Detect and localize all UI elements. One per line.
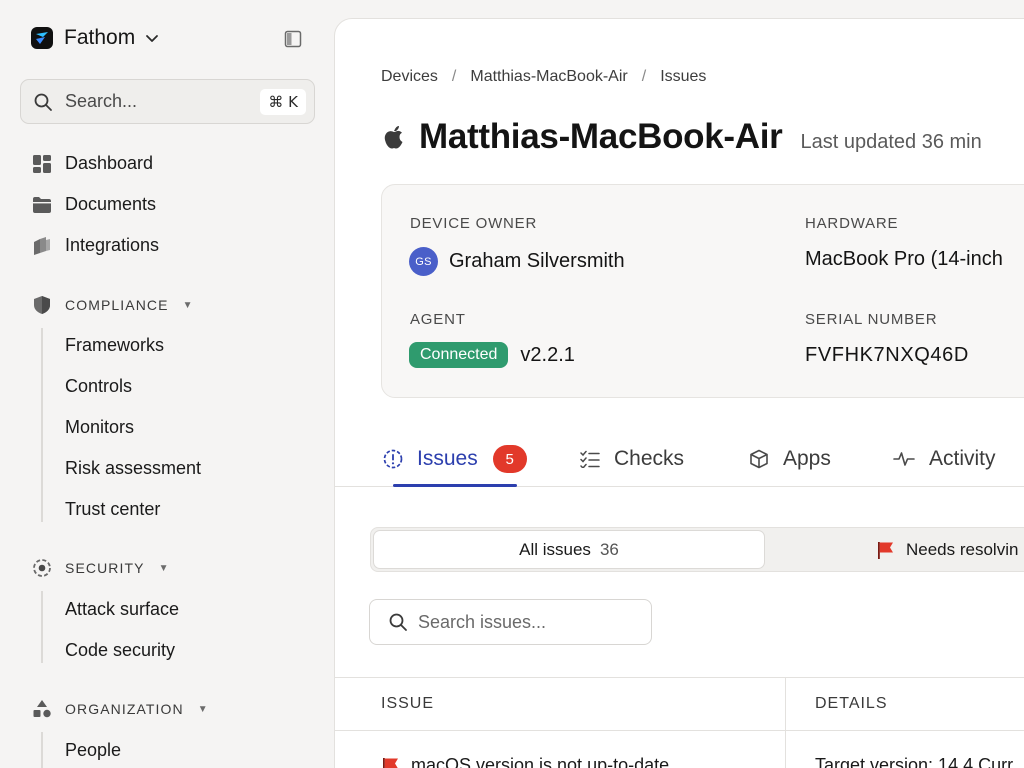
- shield-icon: [32, 295, 52, 315]
- breadcrumb-separator: /: [641, 68, 647, 85]
- tab-label: Checks: [614, 447, 685, 470]
- filter-needs-resolving[interactable]: Needs resolvin: [876, 528, 1018, 571]
- filter-all-issues[interactable]: All issues 36: [373, 530, 765, 569]
- tab-apps[interactable]: Apps: [749, 431, 831, 487]
- chevron-down-icon: [146, 35, 159, 42]
- section-organization[interactable]: ORGANIZATION ▼: [32, 699, 209, 719]
- filter-label: All issues: [519, 539, 591, 559]
- sidebar: Fathom Search... ⌘ K Dashboard Documents…: [0, 0, 335, 768]
- tab-label: Activity: [929, 447, 996, 470]
- active-tab-indicator: [393, 484, 517, 487]
- compliance-subnav: [41, 328, 43, 522]
- sidebar-item-code-security[interactable]: Code security: [65, 640, 175, 661]
- tab-activity[interactable]: Activity: [893, 431, 996, 487]
- activity-icon: [893, 452, 915, 466]
- serial-value: FVFHK7NXQ46D: [805, 344, 969, 366]
- sidebar-item-people[interactable]: People: [65, 740, 121, 761]
- sidebar-item-trust-center[interactable]: Trust center: [65, 499, 160, 520]
- breadcrumb-device[interactable]: Matthias-MacBook-Air: [470, 68, 627, 86]
- sidebar-item-integrations[interactable]: Integrations: [32, 235, 159, 256]
- filter-label: Needs resolvin: [906, 539, 1019, 559]
- page-title: Matthias-MacBook-Air: [419, 117, 783, 156]
- fathom-logo-icon: [31, 27, 53, 49]
- issue-filter-segment: All issues 36 Needs resolvin: [370, 527, 1024, 572]
- search-shortcut: ⌘ K: [260, 89, 306, 115]
- sidebar-item-dashboard[interactable]: Dashboard: [32, 153, 153, 174]
- cube-icon: [750, 449, 768, 469]
- table-header-row: ISSUE DETAILS: [335, 677, 1024, 731]
- issue-search-input[interactable]: Search issues...: [369, 599, 652, 645]
- page-header: Matthias-MacBook-Air Last updated 36 min: [383, 117, 982, 157]
- dashboard-grid-icon: [32, 154, 52, 174]
- caret-down-icon: ▼: [197, 703, 209, 715]
- red-flag-icon: [878, 541, 893, 559]
- issues-count-badge: 5: [492, 445, 527, 473]
- tab-checks[interactable]: Checks: [580, 431, 684, 487]
- issue-search-placeholder: Search issues...: [418, 611, 547, 632]
- folder-icon: [32, 195, 52, 215]
- main-panel: Devices / Matthias-MacBook-Air / Issues …: [334, 18, 1024, 768]
- owner-label: DEVICE OWNER: [410, 215, 538, 232]
- search-placeholder: Search...: [65, 91, 138, 111]
- column-divider: [785, 677, 786, 768]
- status-badge: Connected: [409, 342, 509, 368]
- hardware-value: MacBook Pro (14-inch: [805, 248, 1003, 270]
- owner-value[interactable]: GS Graham Silversmith: [409, 247, 625, 276]
- integrations-icon: [32, 236, 52, 256]
- agent-version: v2.2.1: [520, 343, 575, 366]
- agent-label: AGENT: [410, 311, 466, 328]
- column-header-details[interactable]: DETAILS: [815, 695, 888, 713]
- workspace-name: Fathom: [64, 26, 136, 49]
- sidebar-item-label: Dashboard: [65, 153, 154, 173]
- sidebar-item-monitors[interactable]: Monitors: [65, 417, 134, 438]
- column-header-issue[interactable]: ISSUE: [381, 695, 434, 713]
- workspace-switcher[interactable]: Fathom: [31, 26, 159, 50]
- filter-count: 36: [599, 539, 619, 559]
- sidebar-item-controls[interactable]: Controls: [65, 376, 132, 397]
- apple-icon: [383, 124, 405, 150]
- section-compliance[interactable]: COMPLIANCE ▼: [32, 295, 194, 315]
- hardware-label: HARDWARE: [805, 215, 899, 232]
- search-icon: [34, 93, 52, 111]
- organization-subnav: [41, 732, 43, 768]
- sidebar-item-risk-assessment[interactable]: Risk assessment: [65, 458, 201, 479]
- agent-value: Connected v2.2.1: [409, 342, 575, 368]
- breadcrumb-separator: /: [451, 68, 457, 85]
- table-row-details: Target version: 14.4 Curr: [815, 755, 1014, 768]
- sidebar-item-label: Integrations: [65, 235, 160, 255]
- caret-down-icon: ▼: [182, 299, 194, 311]
- global-search[interactable]: Search... ⌘ K: [20, 79, 315, 124]
- breadcrumb-issues[interactable]: Issues: [660, 68, 706, 86]
- breadcrumb: Devices / Matthias-MacBook-Air / Issues: [381, 68, 706, 86]
- device-info-card: DEVICE OWNER GS Graham Silversmith HARDW…: [381, 184, 1024, 398]
- target-icon: [32, 558, 52, 578]
- tab-label: Apps: [783, 447, 831, 470]
- serial-label: SERIAL NUMBER: [805, 311, 938, 328]
- caret-down-icon: ▼: [158, 562, 170, 574]
- avatar: GS: [409, 247, 438, 276]
- shapes-icon: [32, 699, 52, 719]
- breadcrumb-devices[interactable]: Devices: [381, 68, 438, 86]
- section-label: ORGANIZATION: [65, 701, 184, 717]
- tab-bar: Issues 5 Checks Apps Activity: [335, 431, 1024, 487]
- sidebar-item-documents[interactable]: Documents: [32, 194, 156, 215]
- checklist-icon: [580, 450, 600, 468]
- sidebar-item-label: Documents: [65, 194, 157, 214]
- section-label: SECURITY: [65, 560, 145, 576]
- red-flag-icon: [383, 757, 398, 768]
- issue-title: macOS version is not up-to-date: [411, 755, 670, 768]
- security-subnav: [41, 591, 43, 663]
- sidebar-item-attack-surface[interactable]: Attack surface: [65, 599, 179, 620]
- sidebar-item-frameworks[interactable]: Frameworks: [65, 335, 164, 356]
- sidebar-toggle-icon[interactable]: [284, 30, 302, 53]
- table-row-issue[interactable]: macOS version is not up-to-date: [381, 755, 669, 768]
- last-updated: Last updated 36 min: [800, 131, 982, 153]
- alert-circle-icon: [383, 449, 403, 469]
- section-label: COMPLIANCE: [65, 297, 169, 313]
- tab-issues[interactable]: Issues 5: [383, 431, 527, 487]
- tab-label: Issues: [417, 447, 478, 470]
- search-icon: [389, 613, 407, 631]
- section-security[interactable]: SECURITY ▼: [32, 558, 170, 578]
- owner-name: Graham Silversmith: [449, 250, 625, 272]
